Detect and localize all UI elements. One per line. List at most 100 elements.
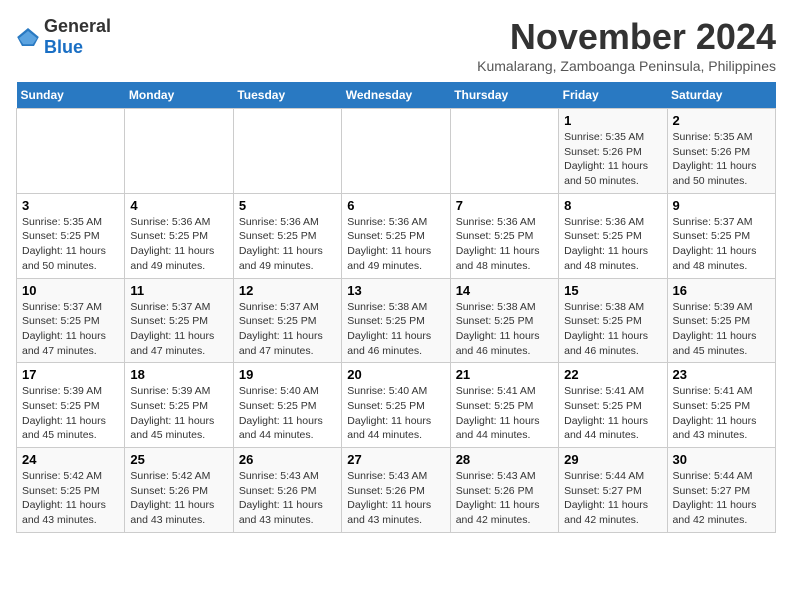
- calendar-cell: 4Sunrise: 5:36 AMSunset: 5:25 PMDaylight…: [125, 193, 233, 278]
- logo-general: General: [44, 16, 111, 36]
- calendar-cell: 8 Sunrise: 5:36 AMSunset: 5:25 PMDaylight…: [559, 193, 667, 278]
- day-number: 20: [347, 367, 444, 382]
- calendar-header-tuesday: Tuesday: [233, 82, 341, 109]
- day-info: Sunrise: 5:36 AMSunset: 5:25 PMDaylight:…: [239, 215, 336, 274]
- day-number: 11: [130, 283, 227, 298]
- day-number: 16: [673, 283, 770, 298]
- calendar-header-thursday: Thursday: [450, 82, 558, 109]
- calendar-cell: [233, 109, 341, 194]
- calendar-cell: 26 Sunrise: 5:43 AMSunset: 5:26 PMDayligh…: [233, 448, 341, 533]
- calendar-cell: 13 Sunrise: 5:38 AMSunset: 5:25 PMDayligh…: [342, 278, 450, 363]
- calendar-cell: 2 Sunrise: 5:35 AMSunset: 5:26 PMDaylight…: [667, 109, 775, 194]
- day-number: 7: [456, 198, 553, 213]
- calendar-week-1: 3Sunrise: 5:35 AMSunset: 5:25 PMDaylight…: [17, 193, 776, 278]
- day-number: 22: [564, 367, 661, 382]
- day-info: Sunrise: 5:42 AMSunset: 5:26 PMDaylight:…: [130, 469, 227, 528]
- day-number: 15: [564, 283, 661, 298]
- calendar-cell: 20 Sunrise: 5:40 AMSunset: 5:25 PMDayligh…: [342, 363, 450, 448]
- calendar-week-4: 24Sunrise: 5:42 AMSunset: 5:25 PMDayligh…: [17, 448, 776, 533]
- calendar-cell: 9 Sunrise: 5:37 AMSunset: 5:25 PMDaylight…: [667, 193, 775, 278]
- day-info: Sunrise: 5:37 AMSunset: 5:25 PMDaylight:…: [239, 300, 336, 359]
- day-number: 6: [347, 198, 444, 213]
- day-number: 23: [673, 367, 770, 382]
- day-info: Sunrise: 5:43 AMSunset: 5:26 PMDaylight:…: [347, 469, 444, 528]
- calendar-header-wednesday: Wednesday: [342, 82, 450, 109]
- calendar-cell: 5 Sunrise: 5:36 AMSunset: 5:25 PMDaylight…: [233, 193, 341, 278]
- day-number: 18: [130, 367, 227, 382]
- day-info: Sunrise: 5:37 AMSunset: 5:25 PMDaylight:…: [673, 215, 770, 274]
- day-number: 19: [239, 367, 336, 382]
- day-info: Sunrise: 5:35 AMSunset: 5:26 PMDaylight:…: [564, 130, 661, 189]
- title-area: November 2024 Kumalarang, Zamboanga Peni…: [477, 16, 776, 74]
- day-number: 30: [673, 452, 770, 467]
- calendar-header-saturday: Saturday: [667, 82, 775, 109]
- day-info: Sunrise: 5:43 AMSunset: 5:26 PMDaylight:…: [456, 469, 553, 528]
- calendar-cell: 11 Sunrise: 5:37 AMSunset: 5:25 PMDayligh…: [125, 278, 233, 363]
- calendar-week-2: 10 Sunrise: 5:37 AMSunset: 5:25 PMDayligh…: [17, 278, 776, 363]
- day-info: Sunrise: 5:39 AMSunset: 5:25 PMDaylight:…: [130, 384, 227, 443]
- day-number: 9: [673, 198, 770, 213]
- calendar-cell: 16Sunrise: 5:39 AMSunset: 5:25 PMDayligh…: [667, 278, 775, 363]
- day-info: Sunrise: 5:38 AMSunset: 5:25 PMDaylight:…: [347, 300, 444, 359]
- day-info: Sunrise: 5:39 AMSunset: 5:25 PMDaylight:…: [22, 384, 119, 443]
- calendar-cell: 29Sunrise: 5:44 AMSunset: 5:27 PMDayligh…: [559, 448, 667, 533]
- calendar-cell: 30 Sunrise: 5:44 AMSunset: 5:27 PMDayligh…: [667, 448, 775, 533]
- day-info: Sunrise: 5:38 AMSunset: 5:25 PMDaylight:…: [456, 300, 553, 359]
- day-info: Sunrise: 5:40 AMSunset: 5:25 PMDaylight:…: [347, 384, 444, 443]
- calendar-cell: 24Sunrise: 5:42 AMSunset: 5:25 PMDayligh…: [17, 448, 125, 533]
- day-info: Sunrise: 5:40 AMSunset: 5:25 PMDaylight:…: [239, 384, 336, 443]
- calendar-cell: [125, 109, 233, 194]
- calendar-week-3: 17 Sunrise: 5:39 AMSunset: 5:25 PMDayligh…: [17, 363, 776, 448]
- day-number: 26: [239, 452, 336, 467]
- day-info: Sunrise: 5:36 AMSunset: 5:25 PMDaylight:…: [347, 215, 444, 274]
- day-info: Sunrise: 5:35 AMSunset: 5:26 PMDaylight:…: [673, 130, 770, 189]
- day-info: Sunrise: 5:38 AMSunset: 5:25 PMDaylight:…: [564, 300, 661, 359]
- calendar-cell: 19 Sunrise: 5:40 AMSunset: 5:25 PMDayligh…: [233, 363, 341, 448]
- logo-icon: [16, 25, 40, 49]
- calendar-cell: 10 Sunrise: 5:37 AMSunset: 5:25 PMDayligh…: [17, 278, 125, 363]
- day-number: 17: [22, 367, 119, 382]
- calendar-table: SundayMondayTuesdayWednesdayThursdayFrid…: [16, 82, 776, 533]
- calendar-cell: 25Sunrise: 5:42 AMSunset: 5:26 PMDayligh…: [125, 448, 233, 533]
- calendar-cell: [342, 109, 450, 194]
- calendar-header-row: SundayMondayTuesdayWednesdayThursdayFrid…: [17, 82, 776, 109]
- day-number: 29: [564, 452, 661, 467]
- day-info: Sunrise: 5:35 AMSunset: 5:25 PMDaylight:…: [22, 215, 119, 274]
- day-number: 13: [347, 283, 444, 298]
- day-number: 4: [130, 198, 227, 213]
- calendar-cell: 6 Sunrise: 5:36 AMSunset: 5:25 PMDaylight…: [342, 193, 450, 278]
- day-number: 10: [22, 283, 119, 298]
- day-number: 8: [564, 198, 661, 213]
- calendar-cell: 21Sunrise: 5:41 AMSunset: 5:25 PMDayligh…: [450, 363, 558, 448]
- calendar-week-0: 1Sunrise: 5:35 AMSunset: 5:26 PMDaylight…: [17, 109, 776, 194]
- calendar-cell: 18 Sunrise: 5:39 AMSunset: 5:25 PMDayligh…: [125, 363, 233, 448]
- day-number: 2: [673, 113, 770, 128]
- day-info: Sunrise: 5:43 AMSunset: 5:26 PMDaylight:…: [239, 469, 336, 528]
- month-title: November 2024: [477, 16, 776, 58]
- calendar-cell: 15 Sunrise: 5:38 AMSunset: 5:25 PMDayligh…: [559, 278, 667, 363]
- calendar-cell: 28 Sunrise: 5:43 AMSunset: 5:26 PMDayligh…: [450, 448, 558, 533]
- calendar-header-friday: Friday: [559, 82, 667, 109]
- day-info: Sunrise: 5:42 AMSunset: 5:25 PMDaylight:…: [22, 469, 119, 528]
- calendar-cell: 22 Sunrise: 5:41 AMSunset: 5:25 PMDayligh…: [559, 363, 667, 448]
- day-number: 21: [456, 367, 553, 382]
- day-number: 5: [239, 198, 336, 213]
- day-info: Sunrise: 5:37 AMSunset: 5:25 PMDaylight:…: [22, 300, 119, 359]
- calendar-cell: 17 Sunrise: 5:39 AMSunset: 5:25 PMDayligh…: [17, 363, 125, 448]
- calendar-cell: 12 Sunrise: 5:37 AMSunset: 5:25 PMDayligh…: [233, 278, 341, 363]
- day-number: 28: [456, 452, 553, 467]
- day-number: 14: [456, 283, 553, 298]
- calendar-cell: [17, 109, 125, 194]
- calendar-cell: 1Sunrise: 5:35 AMSunset: 5:26 PMDaylight…: [559, 109, 667, 194]
- logo: General Blue: [16, 16, 111, 58]
- day-info: Sunrise: 5:44 AMSunset: 5:27 PMDaylight:…: [673, 469, 770, 528]
- calendar-header-sunday: Sunday: [17, 82, 125, 109]
- day-number: 12: [239, 283, 336, 298]
- calendar-body: 1Sunrise: 5:35 AMSunset: 5:26 PMDaylight…: [17, 109, 776, 533]
- calendar-cell: 23 Sunrise: 5:41 AMSunset: 5:25 PMDayligh…: [667, 363, 775, 448]
- day-info: Sunrise: 5:41 AMSunset: 5:25 PMDaylight:…: [564, 384, 661, 443]
- header: General Blue November 2024 Kumalarang, Z…: [16, 16, 776, 74]
- day-info: Sunrise: 5:36 AMSunset: 5:25 PMDaylight:…: [564, 215, 661, 274]
- day-info: Sunrise: 5:37 AMSunset: 5:25 PMDaylight:…: [130, 300, 227, 359]
- day-info: Sunrise: 5:41 AMSunset: 5:25 PMDaylight:…: [673, 384, 770, 443]
